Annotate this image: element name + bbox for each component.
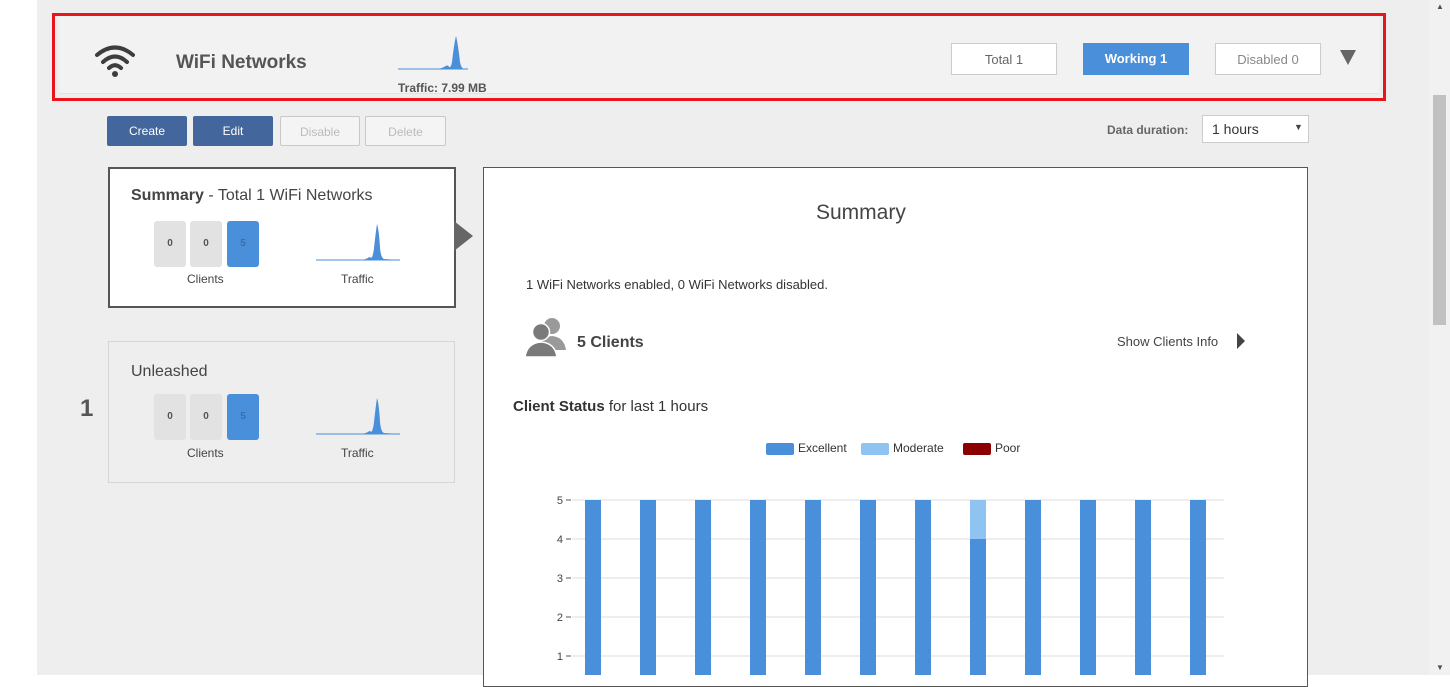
- network-count-excellent: 5: [227, 394, 259, 440]
- network-clients-label: Clients: [187, 446, 224, 460]
- bar-excellent: [750, 500, 766, 675]
- client-status-title-rest: for last 1 hours: [604, 398, 709, 415]
- left-gutter: [0, 0, 37, 675]
- y-tick-label: 4: [557, 534, 563, 546]
- scroll-up-icon[interactable]: ▲: [1430, 0, 1450, 14]
- network-traffic-label: Traffic: [341, 446, 374, 460]
- network-count-moderate: 0: [190, 394, 222, 440]
- bar-excellent: [695, 500, 711, 675]
- disable-button[interactable]: Disable: [280, 116, 360, 146]
- legend-label-poor: Poor: [995, 441, 1021, 455]
- legend-swatch-moderate: [861, 443, 889, 455]
- data-duration-select[interactable]: 1 hours: [1202, 115, 1309, 143]
- clients-icon: [524, 318, 566, 358]
- legend-label-excellent: Excellent: [798, 441, 847, 455]
- bar-moderate: [970, 500, 986, 539]
- legend-label-moderate: Moderate: [893, 441, 944, 455]
- selected-pointer-icon: [454, 221, 473, 251]
- scroll-down-icon[interactable]: ▼: [1430, 661, 1450, 675]
- y-tick-label: 3: [557, 573, 563, 585]
- highlight-frame: [52, 13, 1386, 101]
- summary-clients-label: Clients: [187, 272, 224, 286]
- y-tick-label: 1: [557, 651, 563, 663]
- summary-count-moderate: 0: [190, 221, 222, 267]
- bar-excellent: [915, 500, 931, 675]
- bar-excellent: [860, 500, 876, 675]
- y-tick-label: 2: [557, 612, 563, 624]
- network-traffic-sparkline: [316, 398, 400, 435]
- panel-title: Summary: [816, 201, 906, 224]
- edit-button[interactable]: Edit: [193, 116, 273, 146]
- client-status-title: Client Status for last 1 hours: [513, 398, 708, 415]
- summary-traffic-label: Traffic: [341, 272, 374, 286]
- summary-card-title-bold: Summary: [131, 187, 204, 204]
- network-count-poor: 0: [154, 394, 186, 440]
- show-clients-arrow-icon[interactable]: [1237, 333, 1245, 349]
- summary-card-title-rest: - Total 1 WiFi Networks: [203, 187, 373, 204]
- bar-excellent: [585, 500, 601, 675]
- bar-excellent: [1190, 500, 1206, 675]
- client-status-title-bold: Client Status: [513, 398, 605, 415]
- bar-excellent: [1135, 500, 1151, 675]
- network-card-title: Unleashed: [131, 363, 208, 380]
- client-status-chart: 1 2 3 4 5: [557, 495, 1224, 675]
- create-button[interactable]: Create: [107, 116, 187, 146]
- dropdown-arrow-icon[interactable]: ▼: [1294, 122, 1303, 132]
- data-duration-label: Data duration:: [1107, 123, 1189, 137]
- bar-excellent: [1025, 500, 1041, 675]
- network-index: 1: [80, 395, 94, 422]
- legend-swatch-poor: [963, 443, 991, 455]
- bar-excellent: [805, 500, 821, 675]
- show-clients-info-link[interactable]: Show Clients Info: [1117, 334, 1218, 349]
- legend-swatch-excellent: [766, 443, 794, 455]
- summary-count-poor: 0: [154, 221, 186, 267]
- y-tick-label: 5: [557, 495, 563, 507]
- bar-excellent: [640, 500, 656, 675]
- clients-count: 5 Clients: [577, 334, 644, 351]
- scrollbar-thumb[interactable]: [1433, 95, 1446, 325]
- summary-card-title: Summary - Total 1 WiFi Networks: [131, 187, 373, 205]
- summary-count-excellent: 5: [227, 221, 259, 267]
- bar-excellent: [970, 539, 986, 675]
- bar-excellent: [1080, 500, 1096, 675]
- network-status-text: 1 WiFi Networks enabled, 0 WiFi Networks…: [526, 277, 828, 292]
- delete-button[interactable]: Delete: [365, 116, 446, 146]
- summary-traffic-sparkline: [316, 224, 400, 261]
